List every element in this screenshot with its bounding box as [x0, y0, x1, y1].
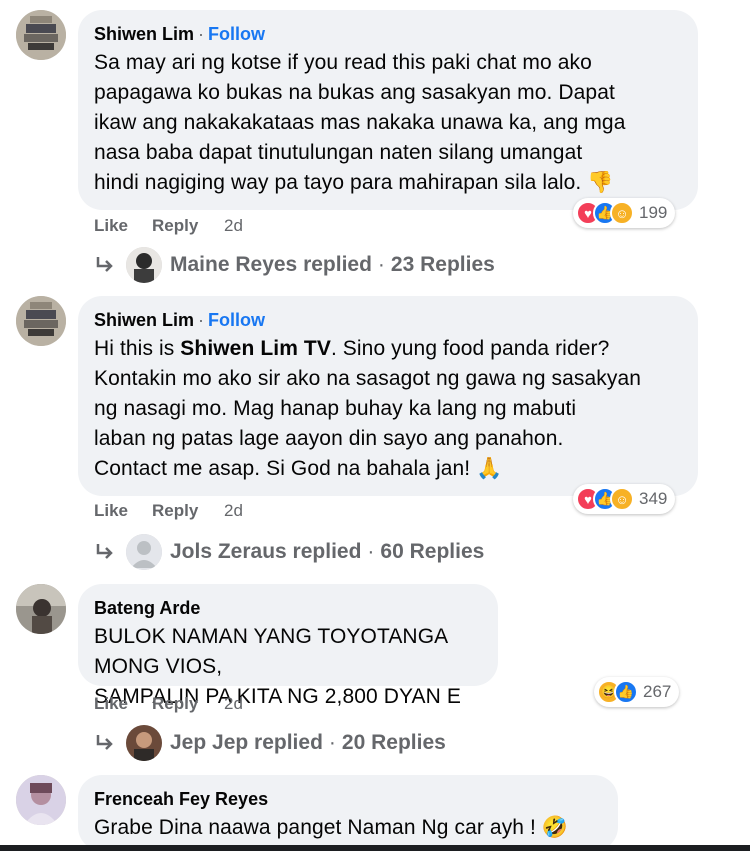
care-reaction-icon: ☺ — [610, 487, 634, 511]
timestamp[interactable]: 2d — [224, 216, 243, 236]
comment-actions: Like Reply 2d — [94, 216, 243, 236]
separator-dot: · — [328, 731, 336, 754]
author-name[interactable]: Frenceah Fey Reyes — [94, 789, 268, 809]
reaction-count: 349 — [639, 489, 668, 508]
avatar — [126, 725, 162, 761]
comment-bubble: Bateng Arde BULOK NAMAN YANG TOYOTANGA M… — [78, 584, 498, 708]
praying-hands-emoji: 🙏 — [476, 457, 503, 480]
replied-by: Jep Jep replied — [170, 731, 323, 754]
thumbs-down-emoji: 👎 — [587, 171, 614, 194]
separator-dot: · — [377, 253, 385, 276]
timestamp[interactable]: 2d — [224, 694, 243, 714]
reply-arrow-icon — [96, 735, 113, 750]
comment-bubble: Shiwen Lim · Follow Sa may ari ng kotse if… — [78, 10, 698, 210]
view-replies-link[interactable]: Maine Reyes replied · 23 Replies — [94, 247, 495, 283]
rofl-emoji: 🤣 — [541, 816, 569, 839]
author-row: Bateng Arde — [94, 596, 480, 620]
reactions-summary[interactable]: 😆 👍 267 — [594, 677, 680, 707]
window-bottom-edge — [0, 845, 750, 851]
view-replies-link[interactable]: Jep Jep replied · 20 Replies — [94, 725, 446, 761]
author-row: Frenceah Fey Reyes — [94, 787, 600, 811]
reaction-count: 267 — [643, 682, 672, 701]
comment-bubble: Shiwen Lim · Follow Hi this is Shiwen Lim … — [78, 296, 698, 496]
like-button[interactable]: Like — [94, 694, 152, 714]
reactions-summary[interactable]: ♥ 👍 ☺ 199 — [573, 198, 676, 228]
separator-dot: · — [198, 310, 205, 330]
author-row: Shiwen Lim · Follow — [94, 308, 680, 332]
avatar[interactable] — [16, 10, 66, 60]
comment-text: Sa may ari ng kotse if you read this pak… — [94, 48, 680, 198]
comment-text: Grabe Dina naawa panget Naman Ng car ayh… — [94, 813, 600, 843]
avatar — [126, 247, 162, 283]
reactions-summary[interactable]: ♥ 👍 ☺ 349 — [573, 484, 676, 514]
author-name[interactable]: Shiwen Lim — [94, 24, 194, 44]
care-reaction-icon: ☺ — [610, 201, 634, 225]
follow-button[interactable]: Follow — [208, 24, 265, 44]
separator-dot: · — [198, 24, 205, 44]
author-name[interactable]: Bateng Arde — [94, 598, 200, 618]
author-name[interactable]: Shiwen Lim — [94, 310, 194, 330]
comment-body: Grabe Dina naawa panget Naman Ng car ayh… — [94, 816, 536, 839]
replies-count: 60 Replies — [380, 540, 485, 563]
comment-actions: Like Reply 2d — [94, 694, 243, 714]
comment-body-prefix: Hi this is — [94, 337, 181, 360]
like-button[interactable]: Like — [94, 216, 152, 236]
replied-by: Maine Reyes replied — [170, 253, 372, 276]
reply-button[interactable]: Reply — [152, 216, 224, 236]
avatar[interactable] — [16, 584, 66, 634]
comment-bubble: Frenceah Fey Reyes Grabe Dina naawa pang… — [78, 775, 618, 851]
page-mention[interactable]: Shiwen Lim TV — [180, 337, 331, 360]
avatar — [126, 534, 162, 570]
separator-dot: · — [367, 540, 375, 563]
reply-arrow-icon — [96, 544, 113, 559]
replies-count: 20 Replies — [341, 731, 446, 754]
comment-text: Hi this is Shiwen Lim TV. Sino yung food… — [94, 334, 680, 484]
comment-body: Sa may ari ng kotse if you read this pak… — [94, 51, 626, 194]
author-row: Shiwen Lim · Follow — [94, 22, 680, 46]
replies-count: 23 Replies — [390, 253, 495, 276]
follow-button[interactable]: Follow — [208, 310, 265, 330]
reply-arrow-icon — [96, 257, 113, 272]
reply-button[interactable]: Reply — [152, 694, 224, 714]
avatar[interactable] — [16, 775, 66, 825]
replied-by: Jols Zeraus replied — [170, 540, 362, 563]
reaction-count: 199 — [639, 203, 668, 222]
comment-actions: Like Reply 2d — [94, 501, 243, 521]
like-button[interactable]: Like — [94, 501, 152, 521]
timestamp[interactable]: 2d — [224, 501, 243, 521]
like-reaction-icon: 👍 — [614, 680, 638, 704]
reply-button[interactable]: Reply — [152, 501, 224, 521]
avatar[interactable] — [16, 296, 66, 346]
view-replies-link[interactable]: Jols Zeraus replied · 60 Replies — [94, 534, 484, 570]
